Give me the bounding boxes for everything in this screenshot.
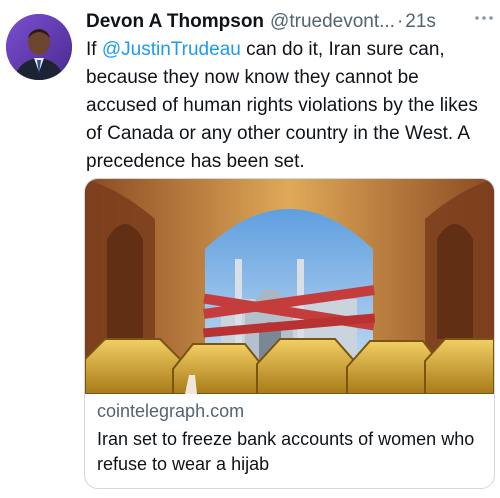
author-handle[interactable]: @truedevont...: [270, 10, 395, 34]
tweet-text: If @JustinTrudeau can do it, Iran sure c…: [86, 36, 491, 176]
mosque-illustration: [85, 179, 494, 395]
header-separator: ·: [396, 11, 404, 32]
card-image[interactable]: [85, 179, 494, 395]
tweet-timestamp[interactable]: 21s: [405, 10, 436, 34]
avatar[interactable]: [6, 14, 72, 80]
mention-link[interactable]: @JustinTrudeau: [102, 39, 241, 60]
ellipsis-icon[interactable]: [474, 6, 494, 27]
tweet[interactable]: Devon A Thompson @truedevont... · 21s If…: [0, 0, 500, 498]
card-title[interactable]: Iran set to freeze bank accounts of wome…: [97, 427, 487, 477]
tweet-header: Devon A Thompson @truedevont... · 21s: [86, 10, 496, 36]
author-name[interactable]: Devon A Thompson: [86, 10, 264, 34]
tweet-text-before-mention: If: [86, 39, 102, 60]
link-preview-card[interactable]: cointelegraph.com Iran set to freeze ban…: [84, 178, 495, 489]
card-domain[interactable]: cointelegraph.com: [97, 400, 244, 422]
avatar-image: [6, 14, 72, 80]
